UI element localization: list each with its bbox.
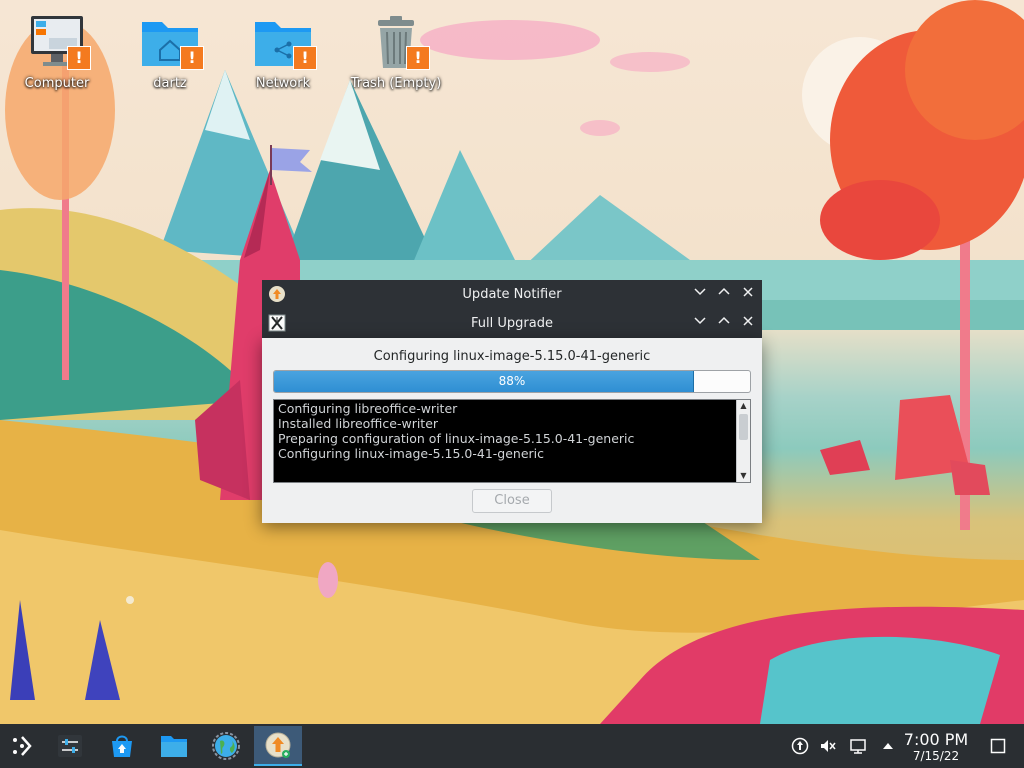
computer-icon: ! (25, 10, 91, 74)
trash-icon: ! (364, 10, 430, 74)
warning-badge: ! (180, 46, 204, 70)
digital-clock[interactable]: 7:00 PM 7/15/22 (896, 730, 976, 764)
taskbar: 7:00 PM 7/15/22 (0, 724, 1024, 768)
close-icon (743, 316, 753, 326)
window-title: Update Notifier (462, 287, 562, 302)
tray-volume[interactable] (818, 736, 838, 756)
maximize-button[interactable] (714, 284, 734, 304)
close-window-button[interactable] (738, 284, 758, 304)
scrollbar-thumb[interactable] (739, 414, 748, 440)
minimize-button[interactable] (690, 313, 710, 333)
discover-store-icon (112, 735, 132, 757)
maximize-button[interactable] (714, 313, 734, 333)
window-title: Full Upgrade (471, 316, 553, 331)
full-upgrade-titlebar[interactable]: Full Upgrade (262, 309, 762, 338)
volume-muted-icon (821, 740, 836, 752)
taskbar-update-notifier[interactable] (254, 726, 302, 766)
taskbar-system-settings[interactable] (48, 726, 92, 766)
tray-network[interactable] (848, 736, 868, 756)
taskbar-discover[interactable] (100, 726, 144, 766)
show-desktop-icon (990, 738, 1006, 754)
updates-tray-icon (791, 737, 809, 755)
close-icon (743, 287, 753, 297)
upgrade-log[interactable]: Configuring libreoffice-writer Installed… (273, 399, 751, 483)
chevron-down-icon (694, 288, 706, 296)
status-text: Configuring linux-image-5.15.0-41-generi… (373, 349, 651, 364)
close-window-button[interactable] (738, 313, 758, 333)
progress-percent: 88% (498, 374, 526, 388)
application-launcher-icon (13, 736, 32, 756)
clock-date: 7/15/22 (912, 749, 960, 763)
desktop-icon-home-folder[interactable]: ! dartz (120, 10, 220, 91)
application-launcher-button[interactable] (0, 726, 44, 766)
log-line: Configuring linux-image-5.15.0-41-generi… (278, 446, 545, 461)
desktop-icon-network[interactable]: ! Network (233, 10, 333, 91)
log-scrollbar[interactable]: ▲ ▼ (736, 400, 750, 482)
log-line: Configuring libreoffice-writer (278, 401, 458, 416)
update-notifier-titlebar[interactable]: Update Notifier (262, 280, 762, 309)
warning-badge: ! (67, 46, 91, 70)
desktop-icon-computer[interactable]: ! Computer (7, 10, 107, 91)
home-folder-icon: ! (138, 10, 204, 74)
clock-time: 7:00 PM (903, 730, 969, 749)
warning-badge: ! (406, 46, 430, 70)
network-folder-icon: ! (251, 10, 317, 74)
upgrade-progress-bar: 88% (273, 370, 751, 393)
full-upgrade-dialog: Configuring linux-image-5.15.0-41-generi… (262, 338, 762, 523)
tray-expand[interactable] (878, 736, 898, 756)
expand-tray-arrow-icon (883, 743, 893, 749)
scroll-down-arrow-icon[interactable]: ▼ (737, 470, 750, 482)
taskbar-web-browser[interactable] (204, 726, 248, 766)
show-desktop-button[interactable] (988, 736, 1008, 756)
scroll-up-arrow-icon[interactable]: ▲ (737, 400, 750, 412)
network-wired-icon (850, 739, 866, 754)
web-browser-icon (212, 732, 240, 760)
update-notifier-icon (265, 732, 291, 758)
desktop-icon-label: Trash (Empty) (350, 76, 442, 91)
close-button[interactable]: Close (472, 489, 552, 513)
warning-badge: ! (293, 46, 317, 70)
tray-updates[interactable] (790, 736, 810, 756)
system-settings-icon (58, 735, 82, 757)
desktop-icon-label: Network (255, 76, 311, 91)
desktop-icon-label: Computer (24, 76, 90, 91)
minimize-button[interactable] (690, 284, 710, 304)
chevron-up-icon (718, 316, 730, 324)
log-line: Installed libreoffice-writer (278, 416, 439, 431)
chevron-up-icon (718, 287, 730, 295)
desktop-icon-label: dartz (153, 76, 187, 91)
chevron-down-icon (694, 317, 706, 325)
taskbar-file-manager[interactable] (152, 726, 196, 766)
file-manager-icon (161, 736, 187, 757)
desktop-icon-trash[interactable]: ! Trash (Empty) (346, 10, 446, 91)
log-line: Preparing configuration of linux-image-5… (278, 431, 635, 446)
